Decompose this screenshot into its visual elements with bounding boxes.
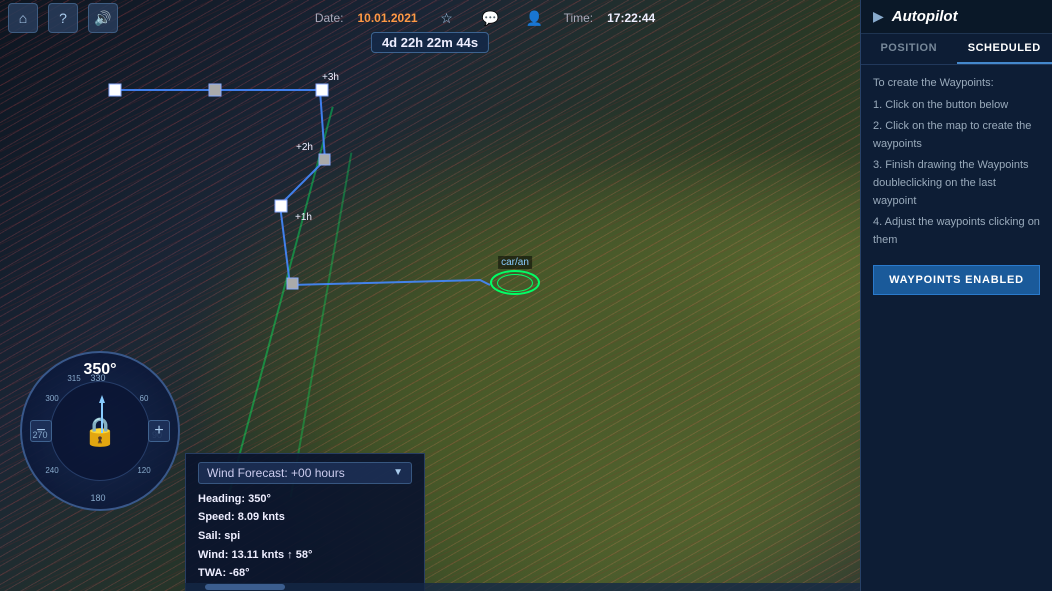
bottom-scrollbar[interactable]: [185, 583, 860, 591]
date-value: 10.01.2021: [358, 11, 418, 25]
svg-text:60: 60: [140, 394, 149, 403]
instruction-0: To create the Waypoints:: [873, 75, 1040, 93]
user-button[interactable]: 👤: [520, 3, 550, 33]
compass: − 350° 330 180 270 90 300 60 240 120 315…: [20, 351, 180, 511]
panel-header: ▶ Autopilot: [861, 0, 1052, 34]
speed-stat: Speed: 8.09 knts: [198, 508, 412, 527]
svg-text:+2h: +2h: [296, 142, 313, 153]
help-button[interactable]: ?: [48, 3, 78, 33]
svg-text:+1h: +1h: [295, 212, 312, 223]
wind-dropdown-label: Wind Forecast: +00 hours: [207, 466, 345, 480]
panel-tabs: POSITION SCHEDULED: [861, 34, 1052, 65]
sail-stat: Sail: spi: [198, 527, 412, 546]
instruction-2: 2. Click on the map to create the waypoi…: [873, 118, 1040, 153]
wind-panel: Wind Forecast: +00 hours ▼ Heading: 350°…: [185, 453, 425, 591]
svg-text:270: 270: [32, 430, 47, 440]
date-time-row: Date: 10.01.2021 ☆ 💬 👤 Time: 17:22:44: [315, 3, 655, 33]
speed-label: Speed:: [198, 511, 235, 523]
panel-expand-icon[interactable]: ▶: [873, 8, 884, 25]
sail-value: spi: [224, 530, 240, 542]
compass-plus-button[interactable]: +: [148, 420, 170, 442]
instruction-4: 4. Adjust the waypoints clicking on them: [873, 214, 1040, 249]
star-button[interactable]: ☆: [432, 3, 462, 33]
wind-stats: Heading: 350° Speed: 8.09 knts Sail: spi…: [198, 490, 412, 583]
instruction-1: 1. Click on the button below: [873, 97, 1040, 115]
panel-content: To create the Waypoints: 1. Click on the…: [861, 65, 1052, 591]
date-label: Date:: [315, 11, 344, 25]
wind-stat: Wind: 13.11 knts ↑ 58°: [198, 546, 412, 565]
toolbar-left: ⌂ ? 🔊: [8, 3, 118, 33]
ship-circle-inner: [497, 274, 533, 292]
ship-label: car/an: [498, 256, 532, 269]
scroll-thumb: [205, 584, 285, 590]
countdown-badge: 4d 22h 22m 44s: [371, 32, 489, 53]
heading-value: 350°: [248, 493, 271, 505]
compass-outer: − 350° 330 180 270 90 300 60 240 120 315…: [20, 351, 180, 511]
instructions-text: To create the Waypoints: 1. Click on the…: [873, 75, 1040, 249]
chat-button[interactable]: 💬: [476, 3, 506, 33]
svg-text:+3h: +3h: [322, 72, 339, 83]
svg-text:315: 315: [67, 374, 81, 383]
top-bar-center: Date: 10.01.2021 ☆ 💬 👤 Time: 17:22:44: [118, 3, 852, 33]
autopilot-panel: ▶ Autopilot POSITION SCHEDULED To create…: [860, 0, 1052, 591]
twa-value: -68°: [229, 567, 249, 579]
sail-label: Sail:: [198, 530, 221, 542]
svg-text:180: 180: [90, 493, 105, 503]
svg-text:120: 120: [137, 466, 151, 475]
time-value: 17:22:44: [607, 11, 655, 25]
tab-position[interactable]: POSITION: [861, 34, 957, 64]
time-label: Time:: [564, 11, 594, 25]
home-button[interactable]: ⌂: [8, 3, 38, 33]
waypoints-enabled-button[interactable]: WAYPOINTS ENABLED: [873, 265, 1040, 295]
panel-title: Autopilot: [892, 8, 958, 25]
heading-stat: Heading: 350°: [198, 490, 412, 509]
tab-scheduled[interactable]: SCHEDULED: [957, 34, 1052, 64]
top-bar: ⌂ ? 🔊 Date: 10.01.2021 ☆ 💬 👤 Time: 17:22…: [0, 0, 860, 36]
ship-circle-outer: [490, 270, 540, 295]
wind-label: Wind:: [198, 549, 228, 561]
wind-value: 13.11 knts ↑ 58°: [232, 549, 313, 561]
heading-label: Heading:: [198, 493, 245, 505]
svg-text:300: 300: [45, 394, 59, 403]
speed-value: 8.09 knts: [238, 511, 285, 523]
twa-label: TWA:: [198, 567, 226, 579]
svg-text:330: 330: [90, 373, 105, 383]
twa-stat: TWA: -68°: [198, 564, 412, 583]
wind-forecast-dropdown[interactable]: Wind Forecast: +00 hours ▼: [198, 462, 412, 484]
dropdown-arrow-icon: ▼: [393, 467, 403, 478]
map-container[interactable]: ⌂ ? 🔊 Date: 10.01.2021 ☆ 💬 👤 Time: 17:22…: [0, 0, 860, 591]
sound-button[interactable]: 🔊: [88, 3, 118, 33]
ship-marker: car/an: [490, 270, 540, 295]
instruction-3: 3. Finish drawing the Waypoints doublecl…: [873, 157, 1040, 210]
svg-text:240: 240: [45, 466, 59, 475]
